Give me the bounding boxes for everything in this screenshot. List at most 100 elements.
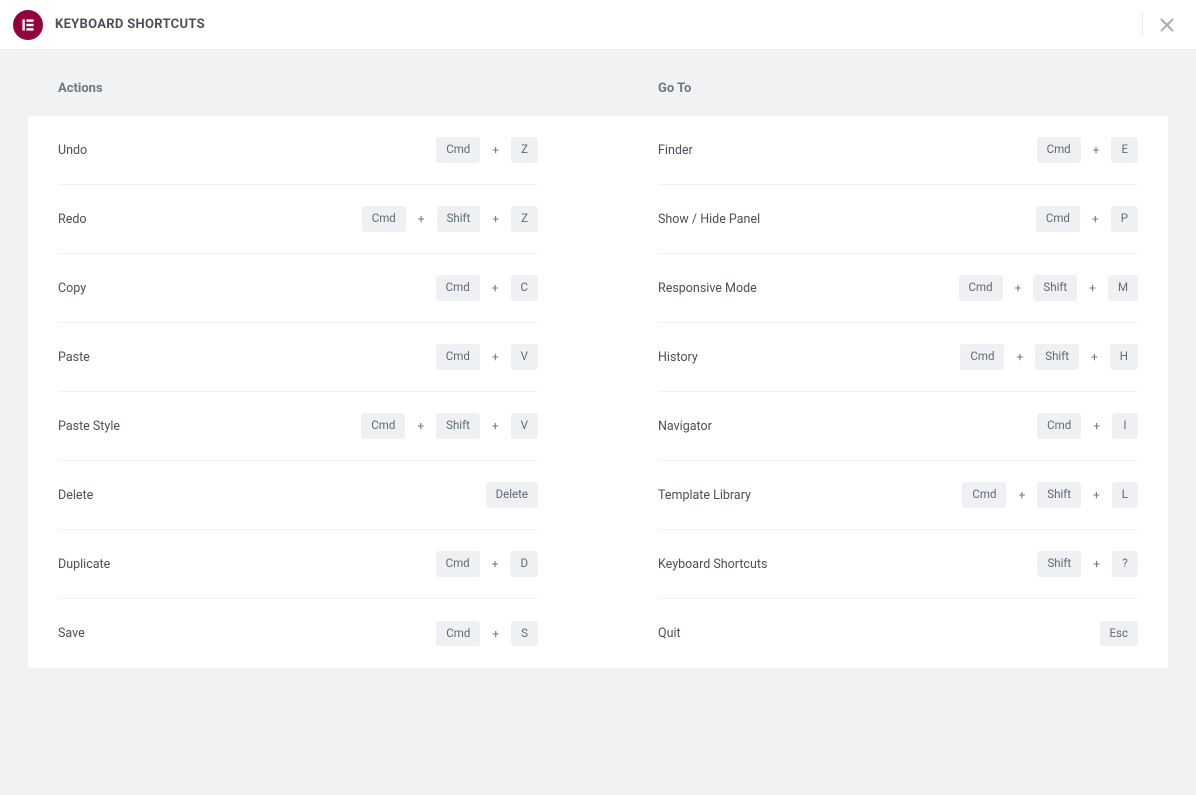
- key-badge: Z: [511, 206, 538, 232]
- shortcut-label: Quit: [658, 626, 681, 641]
- key-separator: +: [1092, 212, 1099, 226]
- key-badge: Esc: [1100, 621, 1139, 647]
- key-badge: Cmd: [960, 344, 1004, 370]
- shortcut-row: DuplicateCmd+D: [58, 530, 538, 599]
- shortcut-keys: Cmd+Shift+L: [962, 482, 1138, 508]
- key-badge: Shift: [1035, 344, 1079, 370]
- shortcut-row: Redo Cmd + Shift + Z: [58, 185, 538, 254]
- shortcut-row: HistoryCmd+Shift+H: [658, 323, 1138, 392]
- shortcut-list: UndoCmd+ZRedoCmd+Shift+ZCopyCmd+CPasteCm…: [28, 116, 568, 668]
- key-badge: S: [511, 621, 538, 647]
- key-separator: +: [492, 419, 499, 433]
- key-separator: +: [1093, 557, 1100, 571]
- shortcut-row: Show / Hide Panel Cmd + P: [658, 185, 1138, 254]
- shortcut-keys: Cmd + Shift + V: [361, 413, 538, 439]
- column-heading: Go To: [628, 78, 1168, 116]
- shortcut-keys: Cmd + I: [1037, 413, 1138, 439]
- shortcut-row: Paste Cmd + V: [58, 323, 538, 392]
- shortcut-label: Undo: [58, 143, 87, 158]
- key-badge: Cmd: [436, 137, 480, 163]
- key-badge: Cmd: [1037, 413, 1081, 439]
- shortcut-label: Duplicate: [58, 557, 110, 572]
- key-separator: +: [1016, 350, 1023, 364]
- shortcuts-card: UndoCmd+ZRedoCmd+Shift+ZCopyCmd+CPasteCm…: [28, 116, 1168, 668]
- shortcut-keys: Delete: [486, 482, 538, 508]
- column-heading: Actions: [28, 78, 568, 116]
- close-button[interactable]: [1151, 9, 1183, 41]
- shortcut-keys: Esc: [1100, 621, 1139, 647]
- key-badge: E: [1111, 137, 1138, 163]
- key-badge: Shift: [436, 413, 480, 439]
- shortcut-label: Navigator: [658, 419, 712, 434]
- shortcut-keys: Shift+?: [1037, 551, 1138, 577]
- key-separator: +: [1018, 488, 1025, 502]
- shortcut-row: Keyboard ShortcutsShift+?: [658, 530, 1138, 599]
- key-separator: +: [492, 212, 499, 226]
- elementor-logo-icon: [20, 17, 36, 33]
- key-separator: +: [492, 557, 499, 571]
- shortcut-row: Template LibraryCmd+Shift+L: [658, 461, 1138, 530]
- key-badge: V: [511, 344, 538, 370]
- key-separator: +: [1093, 419, 1100, 433]
- shortcut-keys: Cmd+Z: [436, 137, 538, 163]
- shortcut-keys: Cmd+D: [436, 551, 538, 577]
- shortcut-label: Finder: [658, 143, 693, 158]
- key-badge: Cmd: [362, 206, 406, 232]
- key-separator: +: [1015, 281, 1022, 295]
- key-badge: C: [511, 275, 539, 301]
- shortcut-row: Navigator Cmd + I: [658, 392, 1138, 461]
- shortcut-row: Quit Esc: [658, 599, 1138, 668]
- key-separator: +: [1091, 350, 1098, 364]
- close-icon: [1160, 18, 1174, 32]
- key-separator: +: [1089, 281, 1096, 295]
- shortcut-label: Paste: [58, 350, 90, 365]
- shortcut-row: Finder Cmd + E: [658, 116, 1138, 185]
- shortcut-label: Show / Hide Panel: [658, 212, 760, 227]
- shortcut-keys: Cmd + P: [1036, 206, 1138, 232]
- shortcut-keys: Cmd + Shift + H: [960, 344, 1138, 370]
- key-separator: +: [492, 350, 499, 364]
- shortcut-label: Responsive Mode: [658, 281, 757, 296]
- key-badge: V: [511, 413, 538, 439]
- shortcut-keys: Cmd + S: [436, 621, 538, 647]
- shortcut-keys: Cmd + Shift + Z: [362, 206, 538, 232]
- shortcut-keys: Cmd+C: [436, 275, 538, 301]
- key-badge: Cmd: [959, 275, 1003, 301]
- shortcut-keys: Cmd+Shift+M: [959, 275, 1138, 301]
- shortcut-keys: Cmd + E: [1037, 137, 1138, 163]
- key-separator: +: [492, 627, 499, 641]
- shortcut-label: Paste Style: [58, 419, 120, 434]
- key-separator: +: [1093, 143, 1100, 157]
- key-badge: Cmd: [1036, 206, 1080, 232]
- key-badge: H: [1110, 344, 1138, 370]
- key-badge: Cmd: [436, 621, 480, 647]
- shortcuts-panel: ActionsGo ToUndoCmd+ZRedoCmd+Shift+ZCopy…: [28, 78, 1168, 668]
- key-badge: Shift: [437, 206, 481, 232]
- key-badge: P: [1111, 206, 1138, 232]
- shortcut-label: Copy: [58, 281, 86, 296]
- key-badge: Z: [511, 137, 538, 163]
- dialog-title: KEYBOARD SHORTCUTS: [55, 17, 205, 32]
- key-separator: +: [417, 419, 424, 433]
- shortcut-label: Save: [58, 626, 85, 641]
- shortcut-keys: Cmd + V: [436, 344, 538, 370]
- key-badge: Cmd: [436, 275, 480, 301]
- shortcut-row: Undo Cmd+Z: [58, 116, 538, 185]
- shortcut-row: DeleteDelete: [58, 461, 538, 530]
- shortcut-row: Responsive ModeCmd+Shift+M: [658, 254, 1138, 323]
- shortcut-row: Save Cmd + S: [58, 599, 538, 668]
- key-badge: Shift: [1037, 551, 1081, 577]
- key-separator: +: [418, 212, 425, 226]
- key-badge: Cmd: [361, 413, 405, 439]
- key-separator: +: [1093, 488, 1100, 502]
- shortcut-row: Copy Cmd+C: [58, 254, 538, 323]
- key-badge: Delete: [486, 482, 538, 508]
- key-badge: Cmd: [436, 344, 480, 370]
- shortcut-label: Redo: [58, 212, 87, 227]
- key-badge: Cmd: [1037, 137, 1081, 163]
- header-divider: [1142, 13, 1143, 37]
- key-badge: Shift: [1037, 482, 1081, 508]
- key-badge: Cmd: [436, 551, 480, 577]
- shortcut-label: Template Library: [658, 488, 751, 503]
- key-badge: I: [1112, 413, 1138, 439]
